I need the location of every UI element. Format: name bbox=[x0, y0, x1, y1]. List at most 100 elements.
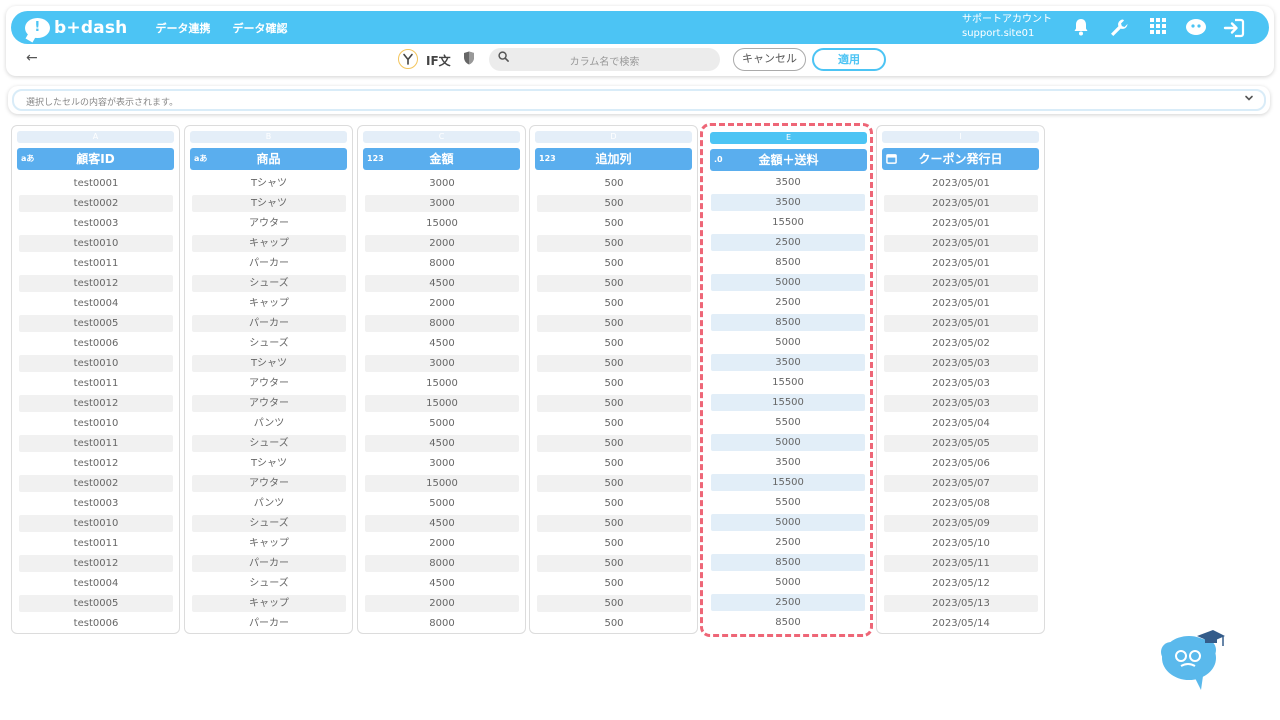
table-cell[interactable]: キャップ bbox=[192, 295, 346, 312]
nav-data-link[interactable]: データ連携 bbox=[155, 20, 210, 36]
table-cell[interactable]: 2000 bbox=[365, 295, 519, 312]
table-cell[interactable]: 2023/05/08 bbox=[884, 495, 1038, 512]
table-cell[interactable]: 4500 bbox=[365, 335, 519, 352]
table-cell[interactable]: 500 bbox=[537, 355, 691, 372]
table-cell[interactable]: test0005 bbox=[19, 315, 173, 332]
table-cell[interactable]: シューズ bbox=[192, 335, 346, 352]
table-cell[interactable]: test0012 bbox=[19, 275, 173, 292]
column-header[interactable]: aあ 商品 bbox=[190, 148, 347, 170]
table-cell[interactable]: 500 bbox=[537, 455, 691, 472]
table-cell[interactable]: 2023/05/03 bbox=[884, 395, 1038, 412]
table-cell[interactable]: 2023/05/01 bbox=[884, 255, 1038, 272]
column-letter[interactable]: A bbox=[17, 131, 174, 143]
table-cell[interactable]: 500 bbox=[537, 175, 691, 192]
table-cell[interactable]: 3500 bbox=[711, 194, 865, 211]
column-search-input[interactable]: カラム名で検索 bbox=[489, 48, 720, 71]
table-cell[interactable]: test0004 bbox=[19, 295, 173, 312]
table-cell[interactable]: シューズ bbox=[192, 515, 346, 532]
table-cell[interactable]: 2000 bbox=[365, 535, 519, 552]
table-cell[interactable]: test0001 bbox=[19, 175, 173, 192]
table-cell[interactable]: 2500 bbox=[711, 594, 865, 611]
table-cell[interactable]: キャップ bbox=[192, 235, 346, 252]
table-cell[interactable]: 2023/05/01 bbox=[884, 235, 1038, 252]
table-cell[interactable]: Tシャツ bbox=[192, 195, 346, 212]
table-cell[interactable]: 2023/05/01 bbox=[884, 175, 1038, 192]
table-cell[interactable]: 15000 bbox=[365, 375, 519, 392]
table-cell[interactable]: 8500 bbox=[711, 614, 865, 631]
table-cell[interactable]: 2023/05/03 bbox=[884, 375, 1038, 392]
table-cell[interactable]: 3000 bbox=[365, 455, 519, 472]
table-cell[interactable]: 2023/05/13 bbox=[884, 595, 1038, 612]
table-cell[interactable]: 3000 bbox=[365, 355, 519, 372]
table-cell[interactable]: 500 bbox=[537, 415, 691, 432]
table-cell[interactable]: パーカー bbox=[192, 555, 346, 572]
table-cell[interactable]: 8500 bbox=[711, 554, 865, 571]
column-letter[interactable]: D bbox=[535, 131, 692, 143]
table-cell[interactable]: test0010 bbox=[19, 515, 173, 532]
account-info[interactable]: サポートアカウント support.site01 bbox=[962, 13, 1052, 41]
table-cell[interactable]: 4500 bbox=[365, 575, 519, 592]
table-cell[interactable]: キャップ bbox=[192, 595, 346, 612]
cancel-button[interactable]: キャンセル bbox=[733, 48, 806, 71]
table-cell[interactable]: 2500 bbox=[711, 534, 865, 551]
table-cell[interactable]: 15500 bbox=[711, 374, 865, 391]
table-cell[interactable]: 8500 bbox=[711, 314, 865, 331]
table-cell[interactable]: 2023/05/01 bbox=[884, 295, 1038, 312]
table-cell[interactable]: test0010 bbox=[19, 415, 173, 432]
column-header[interactable]: 123 金額 bbox=[363, 148, 520, 170]
table-cell[interactable]: 5000 bbox=[711, 274, 865, 291]
table-cell[interactable]: アウター bbox=[192, 475, 346, 492]
table-cell[interactable]: 500 bbox=[537, 255, 691, 272]
table-cell[interactable]: 500 bbox=[537, 395, 691, 412]
table-cell[interactable]: 15000 bbox=[365, 215, 519, 232]
table-cell[interactable]: パンツ bbox=[192, 415, 346, 432]
table-cell[interactable]: test0011 bbox=[19, 255, 173, 272]
table-cell[interactable]: 2023/05/09 bbox=[884, 515, 1038, 532]
cell-preview-field[interactable]: 選択したセルの内容が表示されます。 bbox=[12, 89, 1266, 111]
table-cell[interactable]: 8000 bbox=[365, 555, 519, 572]
table-cell[interactable]: test0010 bbox=[19, 235, 173, 252]
nav-data-check[interactable]: データ確認 bbox=[232, 20, 287, 36]
apply-button[interactable]: 適用 bbox=[812, 48, 886, 71]
table-cell[interactable]: 500 bbox=[537, 575, 691, 592]
table-cell[interactable]: 2023/05/04 bbox=[884, 415, 1038, 432]
table-cell[interactable]: 8000 bbox=[365, 255, 519, 272]
table-cell[interactable]: 5500 bbox=[711, 494, 865, 511]
table-cell[interactable]: 500 bbox=[537, 295, 691, 312]
table-cell[interactable]: 2023/05/12 bbox=[884, 575, 1038, 592]
table-cell[interactable]: アウター bbox=[192, 395, 346, 412]
table-cell[interactable]: test0011 bbox=[19, 535, 173, 552]
mascot-icon[interactable] bbox=[1185, 18, 1207, 41]
table-cell[interactable]: 5000 bbox=[711, 514, 865, 531]
wrench-icon[interactable] bbox=[1108, 18, 1130, 43]
table-cell[interactable]: 500 bbox=[537, 335, 691, 352]
arrow-left-icon[interactable]: ← bbox=[26, 50, 38, 66]
table-cell[interactable]: 500 bbox=[537, 315, 691, 332]
table-cell[interactable]: パンツ bbox=[192, 495, 346, 512]
table-cell[interactable]: test0011 bbox=[19, 435, 173, 452]
table-cell[interactable]: test0005 bbox=[19, 595, 173, 612]
table-cell[interactable]: 4500 bbox=[365, 435, 519, 452]
table-cell[interactable]: 4500 bbox=[365, 515, 519, 532]
column-header[interactable]: 123 追加列 bbox=[535, 148, 692, 170]
table-cell[interactable]: Tシャツ bbox=[192, 355, 346, 372]
table-cell[interactable]: 2023/05/06 bbox=[884, 455, 1038, 472]
table-cell[interactable]: 5000 bbox=[711, 574, 865, 591]
table-cell[interactable]: アウター bbox=[192, 215, 346, 232]
table-cell[interactable]: test0006 bbox=[19, 335, 173, 352]
table-cell[interactable]: 5000 bbox=[365, 495, 519, 512]
table-cell[interactable]: 2023/05/10 bbox=[884, 535, 1038, 552]
table-cell[interactable]: 3500 bbox=[711, 174, 865, 191]
table-cell[interactable]: 15500 bbox=[711, 474, 865, 491]
table-cell[interactable]: アウター bbox=[192, 375, 346, 392]
table-cell[interactable]: 8000 bbox=[365, 615, 519, 632]
logout-icon[interactable] bbox=[1223, 18, 1245, 43]
table-cell[interactable]: 2000 bbox=[365, 235, 519, 252]
table-cell[interactable]: 2023/05/07 bbox=[884, 475, 1038, 492]
table-cell[interactable]: 500 bbox=[537, 435, 691, 452]
mascot-helper-icon[interactable] bbox=[1159, 628, 1227, 690]
table-cell[interactable]: 2023/05/01 bbox=[884, 275, 1038, 292]
table-cell[interactable]: test0012 bbox=[19, 395, 173, 412]
table-cell[interactable]: 15500 bbox=[711, 214, 865, 231]
table-cell[interactable]: 500 bbox=[537, 515, 691, 532]
